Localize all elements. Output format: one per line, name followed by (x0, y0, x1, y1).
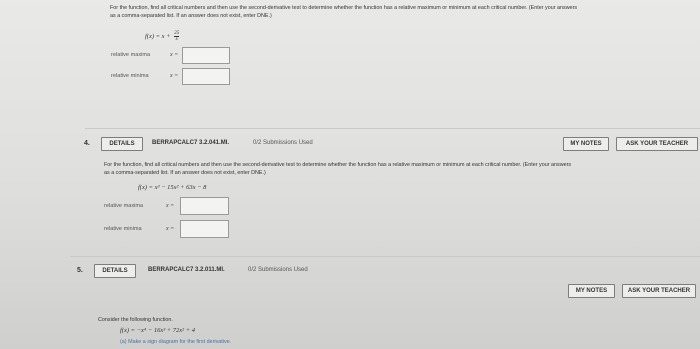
q4-my-notes-button[interactable]: MY NOTES (563, 137, 609, 151)
q3-fraction-denominator: x (175, 37, 178, 42)
q4-details-button[interactable]: DETAILS (101, 137, 143, 151)
q4-max-x-equals: x = (166, 203, 175, 209)
q3-function-text: f(x) = x + (145, 32, 171, 40)
q4-course-code: BERRAPCALC7 3.2.041.MI. (152, 140, 230, 146)
q3-relative-minima-input[interactable] (182, 68, 230, 85)
q4-submissions: 0/2 Submissions Used (253, 140, 313, 146)
q3-relative-maxima-input[interactable] (182, 47, 230, 64)
divider (85, 128, 700, 129)
q5-submissions: 0/2 Submissions Used (248, 267, 308, 273)
q3-instructions-line2: as a comma-separated list. If an answer … (110, 13, 272, 19)
q4-number: 4. (84, 140, 90, 147)
q4-relative-maxima-input[interactable] (180, 197, 229, 215)
q5-function: f(x) = −x⁴ − 16x³ + 72x² + 4 (120, 327, 196, 334)
q5-my-notes-button[interactable]: MY NOTES (568, 284, 615, 298)
q5-course-code: BERRAPCALC7 3.2.011.MI. (148, 267, 225, 273)
q4-relative-minima-input[interactable] (180, 220, 229, 238)
q4-instructions-line2: as a comma-separated list. If an answer … (104, 170, 266, 176)
q4-function: f(x) = x³ − 15x² + 63x − 8 (138, 184, 207, 191)
q4-relative-minima-label: relative minima (104, 226, 142, 232)
q3-instructions-line1: For the function, find all critical numb… (110, 5, 578, 11)
q3-function: f(x) = x + 25 x (145, 31, 180, 42)
q3-max-x-equals: x = (170, 52, 179, 58)
q5-ask-teacher-button[interactable]: ASK YOUR TEACHER (622, 284, 696, 298)
q3-relative-maxima-label: relative maxima (111, 52, 151, 58)
q4-min-x-equals: x = (166, 226, 175, 232)
q5-number: 5. (77, 267, 83, 274)
q5-details-button[interactable]: DETAILS (94, 264, 136, 278)
q5-part-a-text: (a) Make a sign diagram for the first de… (120, 339, 232, 345)
q5-consider-text: Consider the following function. (98, 317, 173, 323)
q3-min-x-equals: x = (170, 73, 179, 79)
q4-relative-maxima-label: relative maxima (104, 203, 144, 209)
assignment-page: For the function, find all critical numb… (0, 0, 700, 349)
q4-ask-teacher-button[interactable]: ASK YOUR TEACHER (616, 137, 698, 151)
divider (70, 256, 700, 257)
q4-instructions-line1: For the function, find all critical numb… (104, 162, 572, 168)
q3-relative-minima-label: relative minima (111, 73, 149, 79)
q3-fraction: 25 x (174, 31, 180, 42)
